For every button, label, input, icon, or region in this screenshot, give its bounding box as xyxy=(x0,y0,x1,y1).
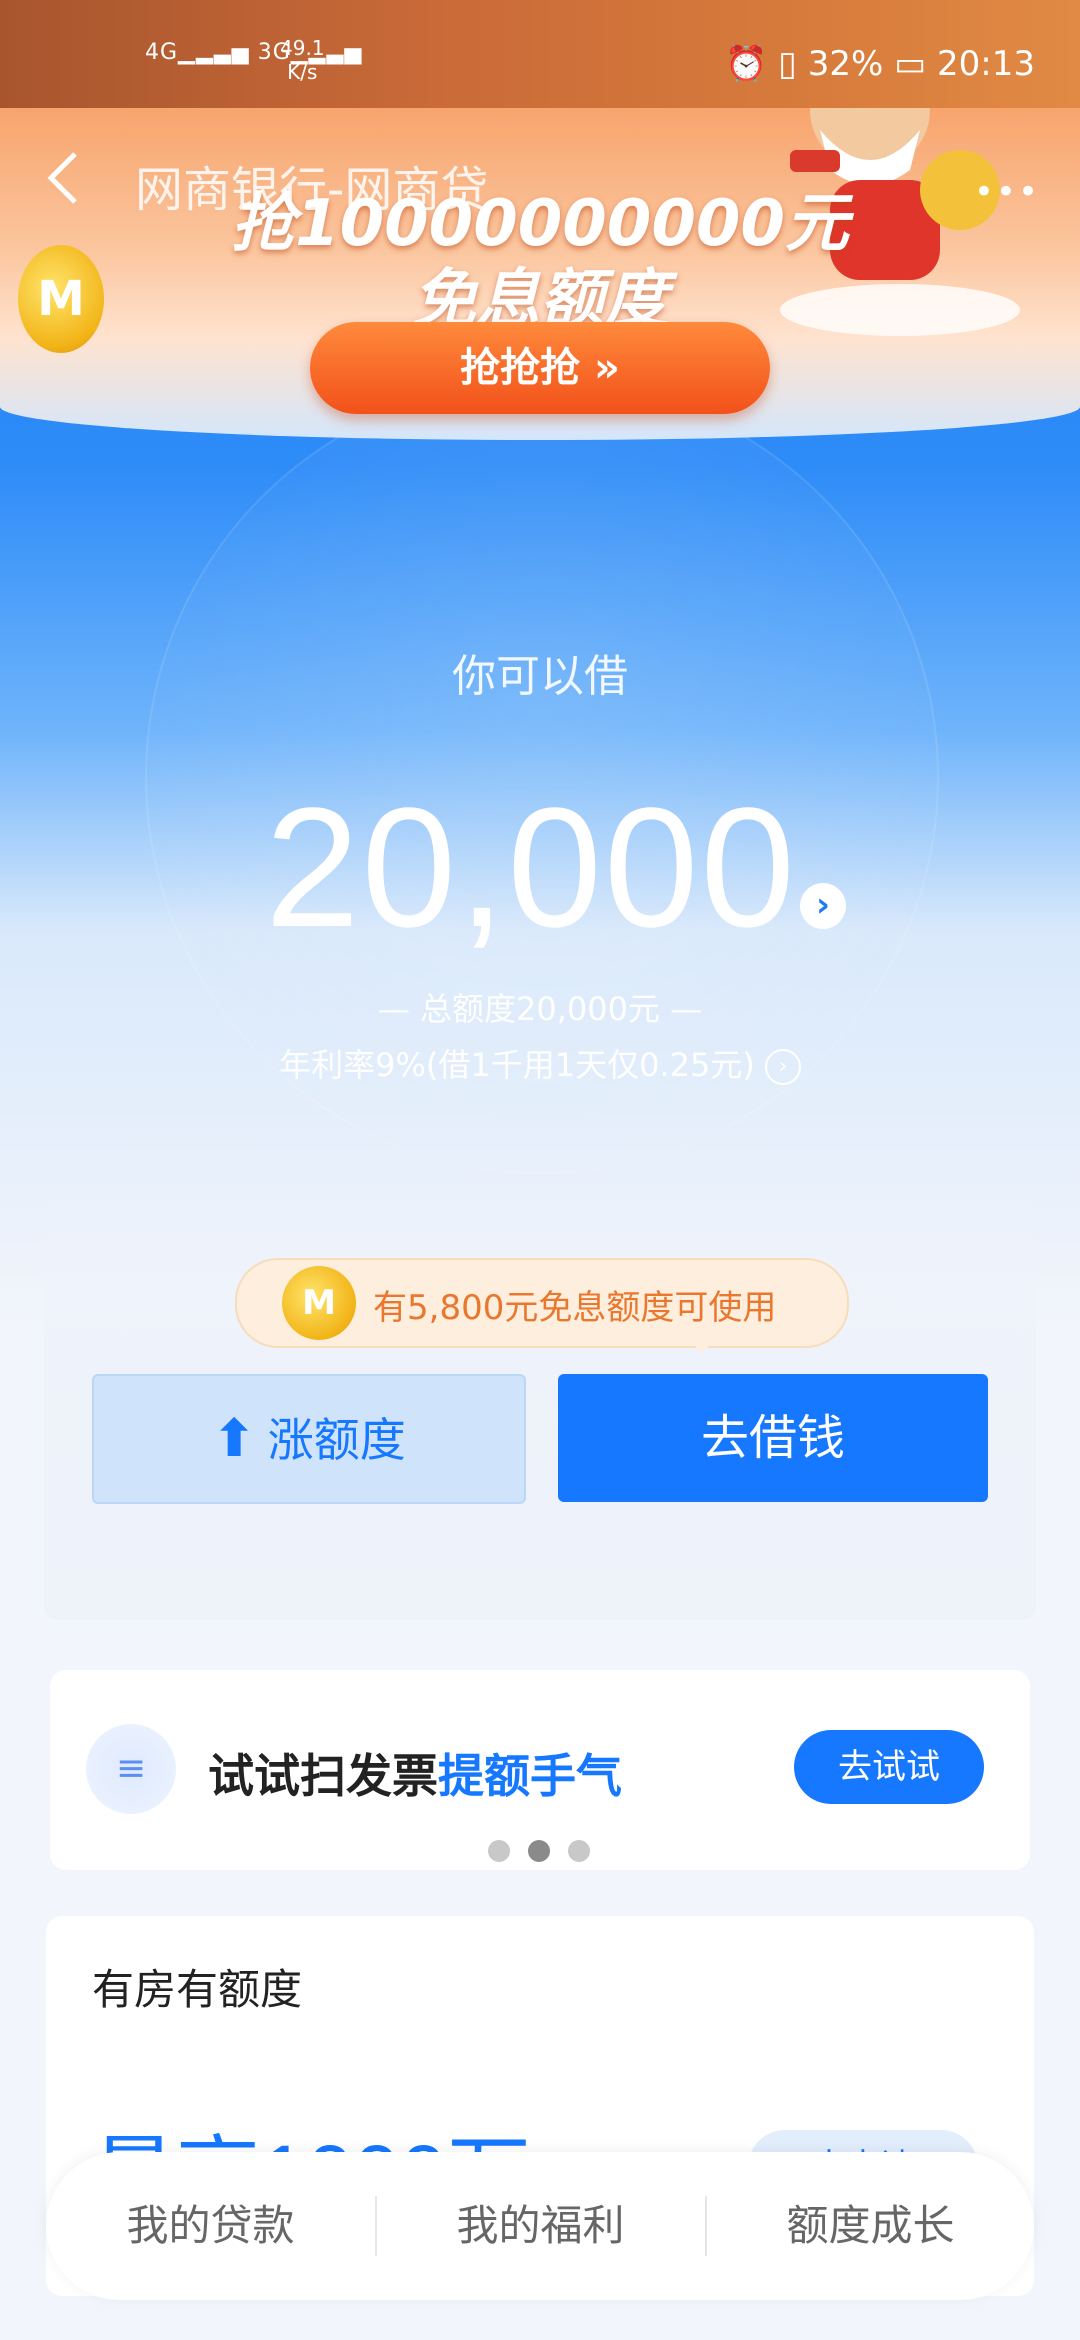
chevron-left-icon[interactable] xyxy=(45,150,81,206)
raise-limit-button[interactable]: ⬆ 涨额度 xyxy=(92,1374,526,1504)
borrow-label: 你可以借 xyxy=(452,651,628,702)
borrow-button[interactable]: 去借钱 xyxy=(558,1374,988,1502)
arrow-up-icon: ⬆ xyxy=(212,1409,256,1469)
tip-pointer xyxy=(690,1340,714,1354)
status-bar: 4G▁▂▃▅ 3G▁▂▃▅ 49.1 K/s ⏰ ▯ 32% ▭ 20:13 xyxy=(0,0,1080,108)
m-coin-icon: M xyxy=(282,1266,356,1340)
invoice-promo-card[interactable]: ≡ 试试扫发票提额手气 去试试 xyxy=(50,1670,1030,1870)
clock: 20:13 xyxy=(937,44,1035,84)
page-title: 网商银行-网商贷 xyxy=(135,162,489,218)
carousel-dots xyxy=(488,1840,608,1866)
house-title: 有房有额度 xyxy=(92,1965,303,2014)
network-speed: 49.1 K/s xyxy=(280,36,325,84)
battery-percent: 32% xyxy=(807,44,884,84)
tab-my-loans[interactable]: 我的贷款 xyxy=(46,2152,375,2300)
vibrate-icon: ▯ xyxy=(778,44,797,84)
more-dots-icon[interactable]: ••• xyxy=(974,172,1040,212)
interest-free-text: 有5,800元免息额度可使用 xyxy=(373,1288,777,1328)
grab-button[interactable]: 抢抢抢 » xyxy=(310,322,770,414)
chevron-right-circle-icon: › xyxy=(764,1049,801,1085)
invoice-text-normal: 试试扫发票 xyxy=(208,1749,438,1803)
tab-my-benefits[interactable]: 我的福利 xyxy=(376,2152,705,2300)
total-limit: — 总额度20,000元 — xyxy=(377,990,703,1028)
invoice-icon: ≡ xyxy=(86,1724,176,1814)
try-button[interactable]: 去试试 xyxy=(794,1730,984,1804)
speed-value: 49.1 xyxy=(280,36,325,60)
carousel-dot[interactable] xyxy=(488,1840,510,1862)
invoice-text-highlight: 提额手气 xyxy=(438,1749,622,1803)
invoice-promo-text: 试试扫发票提额手气 xyxy=(208,1740,622,1806)
status-right: ⏰ ▯ 32% ▭ 20:13 xyxy=(725,44,1035,84)
battery-icon: ▭ xyxy=(894,44,927,84)
speed-unit: K/s xyxy=(287,60,318,84)
interest-rate[interactable]: 年利率9%(借1千用1天仅0.25元) › xyxy=(0,1040,1080,1086)
interest-rate-text: 年利率9%(借1千用1天仅0.25元) xyxy=(279,1046,755,1084)
carousel-dot-active[interactable] xyxy=(528,1840,550,1862)
alarm-icon: ⏰ xyxy=(725,44,768,84)
chevron-right-icon[interactable]: › xyxy=(800,883,846,929)
carousel-dot[interactable] xyxy=(568,1840,590,1862)
signal-icon: 4G▁▂▃▅ 3G▁▂▃▅ xyxy=(145,40,363,65)
bottom-tab-bar: 我的贷款 我的福利 额度成长 xyxy=(46,2152,1034,2300)
tab-limit-growth[interactable]: 额度成长 xyxy=(706,2152,1035,2300)
interest-free-tip[interactable]: M 有5,800元免息额度可使用 xyxy=(235,1258,849,1348)
loan-amount[interactable]: 20,000 xyxy=(265,770,797,966)
raise-limit-label: 涨额度 xyxy=(267,1413,406,1467)
